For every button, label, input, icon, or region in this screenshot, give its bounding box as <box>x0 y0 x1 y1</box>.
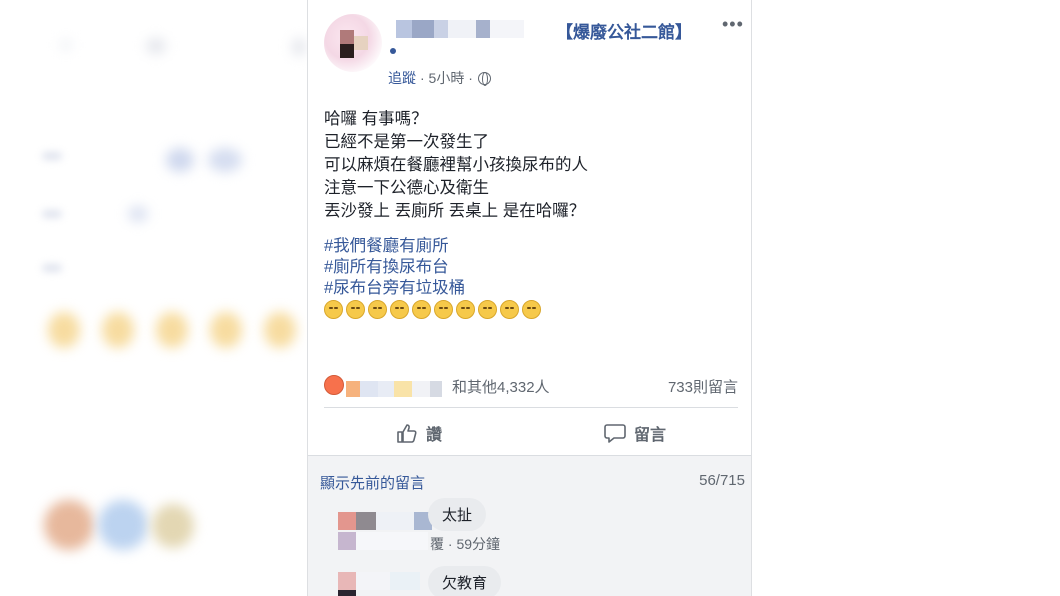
post-line: 已經不是第一次發生了 <box>324 133 489 151</box>
globe-icon <box>477 71 491 86</box>
post-time[interactable]: · 5小時 · <box>420 68 473 88</box>
comment-meta[interactable]: 覆 · 59分鐘 <box>430 534 500 554</box>
rolling-eyes-emoji <box>456 300 475 319</box>
rolling-eyes-emoji <box>368 300 387 319</box>
rolling-eyes-emoji <box>522 300 541 319</box>
comment-bubble[interactable]: 太扯 <box>428 498 487 531</box>
comment-label: 留言 <box>634 427 667 444</box>
page-name-link[interactable]: 【爆廢公社二館】 <box>556 18 692 43</box>
rolling-eyes-emoji <box>390 300 409 319</box>
reactions-bar: 和其他4,332人 733則留言 <box>324 373 738 397</box>
comment-bubble[interactable]: 欠教育 <box>428 566 502 596</box>
post-header: 【爆廢公社二館】 ••• 追蹤 · 5小時 · <box>308 0 751 96</box>
show-previous-comments-link[interactable]: 顯示先前的留言 <box>320 472 425 493</box>
post-meta: 追蹤 · 5小時 · <box>388 68 491 88</box>
post-body: 哈囉 有事嗎？ 已經不是第一次發生了 可以麻煩在餐廳裡幫小孩換尿布的人 注意一下… <box>324 108 588 223</box>
rolling-eyes-emoji <box>346 300 365 319</box>
comments-count[interactable]: 733則留言 <box>668 376 738 397</box>
reactions-count[interactable]: 和其他4,332人 <box>452 376 550 397</box>
like-label: 讚 <box>426 427 443 444</box>
divider <box>324 407 738 408</box>
post-line: 注意一下公德心及衛生 <box>324 179 489 197</box>
hashtag-link[interactable]: #尿布台旁有垃圾桶 <box>324 278 465 299</box>
comments-pager: 56/715 <box>699 472 745 489</box>
follow-link[interactable]: 追蹤 <box>388 68 416 88</box>
online-dot <box>390 48 396 54</box>
action-bar: 讚 留言 <box>308 412 751 454</box>
rolling-eyes-emoji <box>324 300 343 319</box>
like-button[interactable]: 讚 <box>396 420 442 446</box>
hashtags: #我們餐廳有廁所 #廁所有換尿布台 #尿布台旁有垃圾桶 <box>324 236 465 299</box>
rolling-eyes-emoji <box>434 300 453 319</box>
comment-button[interactable]: 留言 <box>604 420 666 446</box>
comment-icon <box>604 424 626 443</box>
rolling-eyes-emoji <box>412 300 431 319</box>
pixelated-poster-name[interactable] <box>396 20 536 38</box>
post-line: 丟沙發上 丟廁所 丟桌上 是在哈囉？ <box>324 202 586 220</box>
angry-reaction-icon[interactable] <box>324 375 344 395</box>
post-card: 【爆廢公社二館】 ••• 追蹤 · 5小時 · 哈囉 有事嗎？ 已經不是第一次發… <box>307 0 752 596</box>
post-line: 哈囉 有事嗎？ <box>324 110 428 128</box>
rolling-eyes-emoji <box>500 300 519 319</box>
thumbs-up-icon <box>397 424 417 443</box>
avatar[interactable] <box>324 14 382 72</box>
hashtag-link[interactable]: #我們餐廳有廁所 <box>324 236 465 257</box>
rolling-eyes-emoji <box>478 300 497 319</box>
post-line: 可以麻煩在餐廳裡幫小孩換尿布的人 <box>324 156 588 174</box>
more-icon[interactable]: ••• <box>722 14 744 35</box>
comments-section: 顯示先前的留言 56/715 太扯 覆 · 59分鐘 欠教育 <box>308 455 751 596</box>
emoji-row <box>324 300 541 319</box>
hashtag-link[interactable]: #廁所有換尿布台 <box>324 257 465 278</box>
